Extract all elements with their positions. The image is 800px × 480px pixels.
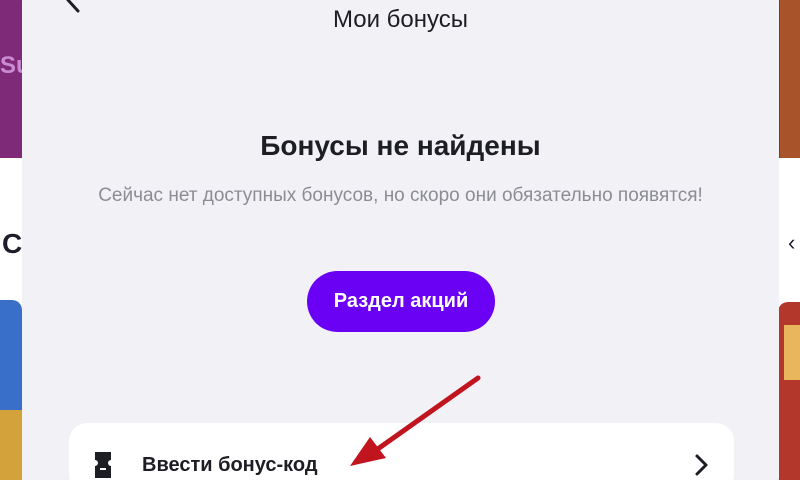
background-game-card-left-art [0,410,22,480]
background-game-card-right-art [784,325,800,380]
empty-state-title: Бонусы не найдены [260,130,541,161]
enter-bonus-code-label: Ввести бонус-код [142,454,318,476]
bonuses-modal: Мои бонусы Бонусы не найдены Сейчас нет … [22,0,779,480]
enter-bonus-code-row[interactable]: Ввести бонус-код [69,423,734,480]
background-section-letter: C [2,228,23,259]
modal-title: Мои бонусы [332,6,468,33]
ticket-icon [95,452,111,478]
background-banner-edge [780,0,800,158]
background-section-chevron: ‹ [788,230,796,255]
empty-state-description: Сейчас нет доступных бонусов, но скоро о… [98,185,703,206]
promotions-button[interactable]: Раздел акций [307,271,495,332]
chevron-right-icon [695,454,708,476]
